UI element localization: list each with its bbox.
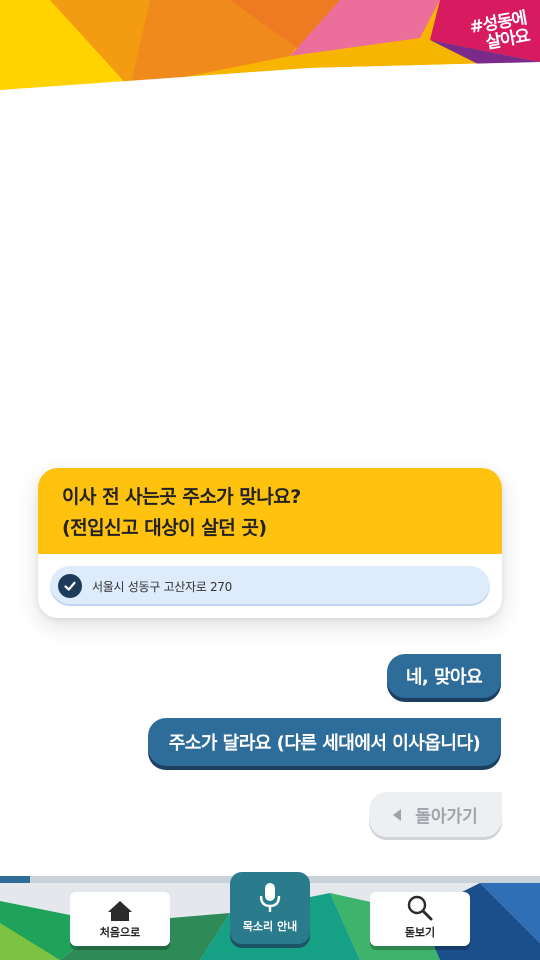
progress-fill (0, 876, 30, 883)
banner-graphic (0, 0, 540, 100)
magnifier-button[interactable]: 돋보기 (370, 892, 470, 946)
address-item: 서울시 성동구 고산자로 270 (50, 566, 490, 606)
question-card: 이사 전 사는곳 주소가 맞나요? (전입신고 대상이 살던 곳) 서울시 성동… (38, 468, 502, 618)
magnifier-label: 돋보기 (404, 926, 436, 939)
home-button[interactable]: 처음으로 (70, 892, 170, 946)
question-header: 이사 전 사는곳 주소가 맞나요? (전입신고 대상이 살던 곳) (38, 468, 502, 554)
question-line2: (전입신고 대상이 살던 곳) (62, 517, 267, 539)
back-button[interactable]: 돌아가기 (369, 792, 502, 837)
answer-yes-button[interactable]: 네, 맞아요 (387, 654, 501, 698)
back-arrow-icon (393, 808, 402, 821)
voice-guide-label: 목소리 안내 (242, 920, 298, 933)
magnifier-icon (407, 895, 433, 921)
answer-different-button[interactable]: 주소가 달라요 (다른 세대에서 이사옵니다) (148, 718, 501, 766)
back-label: 돌아가기 (415, 807, 478, 827)
home-icon (108, 901, 132, 921)
question-body: 서울시 성동구 고산자로 270 (38, 554, 502, 618)
microphone-icon (259, 883, 281, 912)
voice-guide-button[interactable]: 목소리 안내 (230, 872, 310, 944)
check-icon (58, 574, 82, 598)
header-banner: #성동에 살아요 (0, 0, 540, 100)
address-text: 서울시 성동구 고산자로 270 (92, 579, 232, 594)
question-line1: 이사 전 사는곳 주소가 맞나요? (62, 486, 301, 508)
home-label: 처음으로 (99, 926, 141, 939)
